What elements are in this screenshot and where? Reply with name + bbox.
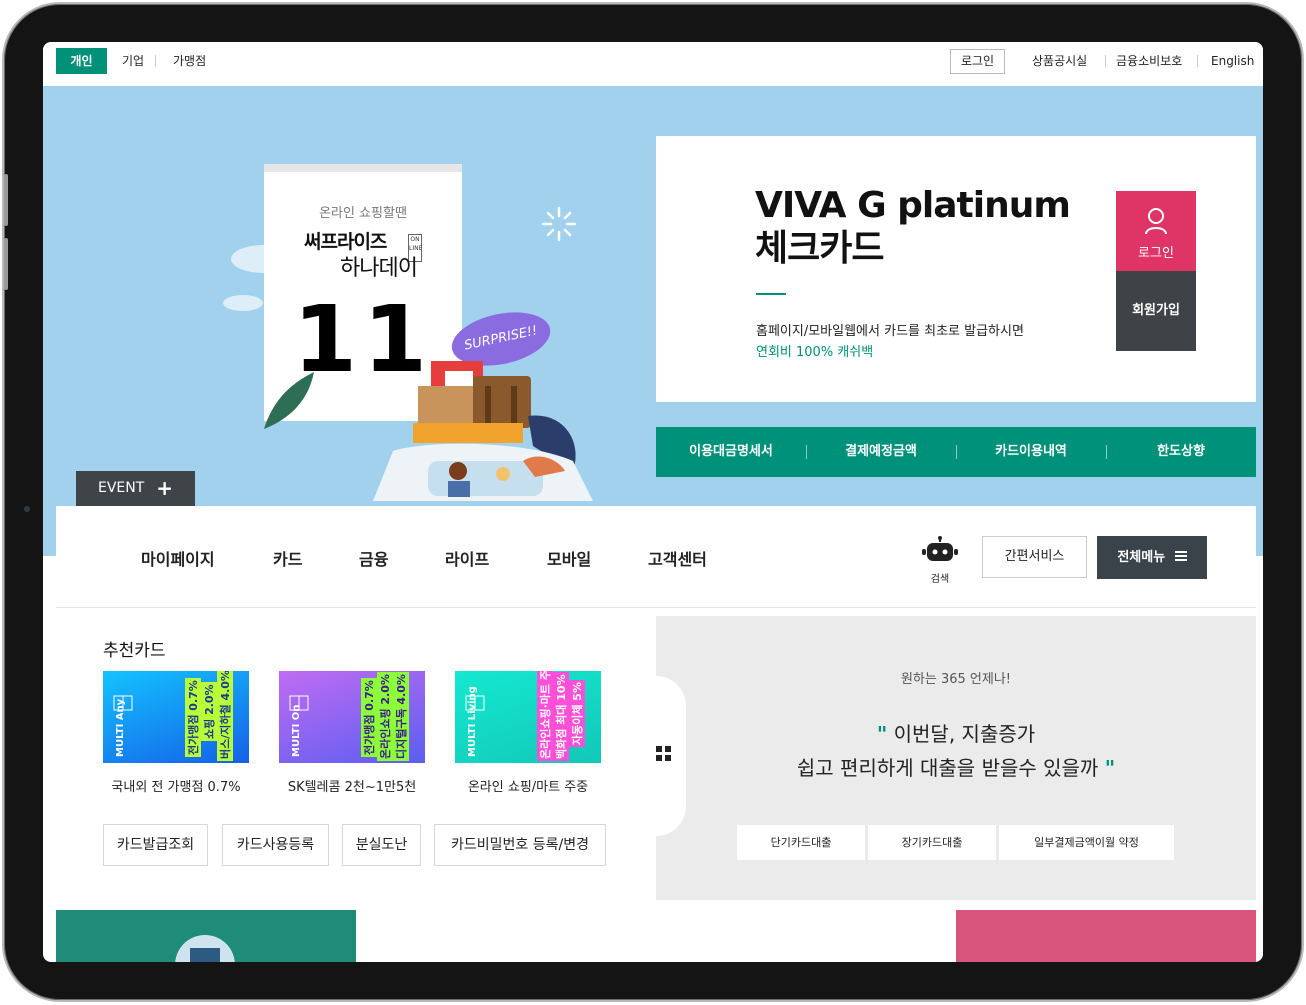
nav-item-mypage[interactable]: 마이페이지 xyxy=(141,546,215,570)
card-perk: 디지털구독 4.0% xyxy=(393,672,409,761)
recommended-cards-section: 추천카드 MULTI Any 전가맹점 0.7% 쇼핑 2.0% 버스/지하철 … xyxy=(56,616,656,900)
monitor-icon xyxy=(175,935,235,962)
quick-link-scheduled-payment[interactable]: 결제예정금액 xyxy=(806,427,956,477)
promo-title-line2: 체크카드 xyxy=(755,228,884,269)
volume-up-button xyxy=(4,174,8,226)
quick-links-bar: 이용대금명세서 결제예정금액 카드이용내역 한도상향 xyxy=(656,427,1256,477)
join-button[interactable]: 회원가입 xyxy=(1116,271,1196,351)
card-multi-on[interactable]: MULTI On 전가맹점 0.7% 온라인쇼핑 2.0% 디지털구독 4.0% xyxy=(279,671,425,763)
event-label: EVENT xyxy=(98,480,145,496)
all-menu-button[interactable]: 전체메뉴 xyxy=(1097,536,1207,579)
search-caption: 검색 xyxy=(930,574,950,585)
short-term-loan-button[interactable]: 단기카드대출 xyxy=(737,825,865,860)
utility-bar: 개인 기업 가맹점 로그인 상품공시실 금융소비보호 English xyxy=(43,42,1263,86)
login-link[interactable]: 로그인 xyxy=(950,49,1005,74)
nav-item-card[interactable]: 카드 xyxy=(273,546,302,570)
all-menu-label: 전체메뉴 xyxy=(1117,550,1166,565)
user-icon xyxy=(1145,208,1167,235)
camera-dot xyxy=(24,506,30,512)
card-caption[interactable]: 온라인 쇼핑/마트 주중 xyxy=(455,776,601,795)
card-perk: 백화점 최대 10% xyxy=(553,672,569,761)
card-name: MULTI Any xyxy=(115,698,126,757)
card-pin-button[interactable]: 카드비밀번호 등록/변경 xyxy=(434,824,606,866)
card-perk: 자동이체 5% xyxy=(569,680,585,747)
loan-line1: 이번달, 지출증가 xyxy=(893,722,1036,746)
product-disclosure-link[interactable]: 상품공시실 xyxy=(1032,48,1087,74)
nav-item-finance[interactable]: 금융 xyxy=(359,546,388,570)
card-name: MULTI On xyxy=(291,704,302,757)
easy-service-button[interactable]: 간편서비스 xyxy=(982,536,1087,578)
volume-down-button xyxy=(4,238,8,290)
login-tile-button[interactable]: 로그인 xyxy=(1116,191,1196,271)
robot-icon xyxy=(922,536,958,561)
calendar-subtitle: 온라인 쇼핑할땐 xyxy=(319,206,407,221)
loan-line2: 쉽고 편리하게 대출을 받을수 있을까 xyxy=(796,756,1099,780)
consumer-protection-link[interactable]: 금융소비보호 xyxy=(1116,48,1182,74)
card-multi-living[interactable]: MULTI Living 온라인쇼핑·마트 주중 백화점 최대 10% 자동이체… xyxy=(455,671,601,763)
quick-link-statement[interactable]: 이용대금명세서 xyxy=(656,427,806,477)
hero-banner: 온라인 쇼핑할땐 써프라이즈 ON LINE 하나데이 11 SURPRISE!… xyxy=(43,86,1263,561)
close-quote: " xyxy=(1104,756,1116,780)
nav-item-life[interactable]: 라이프 xyxy=(445,546,489,570)
sparkle-icon xyxy=(541,206,577,242)
partial-payment-button[interactable]: 일부결제금액이월 약정 xyxy=(999,825,1174,860)
event-button[interactable]: EVENT + xyxy=(76,471,195,506)
card-perk: 전가맹점 0.7% xyxy=(361,678,377,757)
card-perk: 전가맹점 0.7% xyxy=(185,678,201,757)
card-name: MULTI Living xyxy=(467,686,478,757)
english-link[interactable]: English xyxy=(1211,48,1254,74)
bottom-banner-middle xyxy=(356,910,956,962)
promo-title: VIVA G platinum 체크카드 xyxy=(755,184,1071,270)
loan-headline: " 이번달, 지출증가 쉽고 편리하게 대출을 받을수 있을까 " xyxy=(656,717,1256,785)
card-perk: 쇼핑 2.0% xyxy=(201,682,217,741)
card-issue-inquiry-button[interactable]: 카드발급조회 xyxy=(103,824,208,866)
promo-title-line1: VIVA G platinum xyxy=(755,185,1071,226)
tab-personal[interactable]: 개인 xyxy=(56,48,107,74)
bottom-banner-right[interactable] xyxy=(956,910,1256,962)
card-perk: 온라인쇼핑 2.0% xyxy=(377,672,393,761)
login-tile-label: 로그인 xyxy=(1138,246,1174,261)
plus-icon: + xyxy=(156,476,173,500)
loan-subtitle: 원하는 365 언제나! xyxy=(900,672,1012,687)
loan-section: 원하는 365 언제나! " 이번달, 지출증가 쉽고 편리하게 대출을 받을수… xyxy=(656,616,1256,900)
section-title: 추천카드 xyxy=(103,641,166,661)
search-robot-button[interactable]: 검색 xyxy=(920,536,960,585)
long-term-loan-button[interactable]: 장기카드대출 xyxy=(868,825,996,860)
quick-link-limit-increase[interactable]: 한도상향 xyxy=(1106,427,1256,477)
promo-description: 홈페이지/모바일웹에서 카드를 최초로 발급하시면 xyxy=(756,324,1024,339)
divider xyxy=(155,55,156,67)
divider xyxy=(1197,55,1198,67)
promo-accent-bar xyxy=(756,293,786,295)
calendar-hanaday: 하나데이 xyxy=(340,256,418,281)
bottom-banner-left[interactable] xyxy=(56,910,356,962)
card-registration-button[interactable]: 카드사용등록 xyxy=(222,824,329,866)
nav-item-mobile[interactable]: 모바일 xyxy=(547,546,591,570)
tab-business[interactable]: 기업 xyxy=(122,48,144,74)
quick-link-usage-history[interactable]: 카드이용내역 xyxy=(956,427,1106,477)
card-perk: 버스/지하철 4.0% xyxy=(217,671,233,761)
nav-item-customer-center[interactable]: 고객센터 xyxy=(648,546,707,570)
open-quote: " xyxy=(876,722,888,746)
promo-highlight: 연회비 100% 캐쉬백 xyxy=(756,345,874,360)
main-nav: 마이페이지 카드 금융 라이프 모바일 고객센터 검색 간편서비스 전체메뉴 xyxy=(56,506,1256,608)
lost-stolen-button[interactable]: 분실도난 xyxy=(342,824,421,866)
card-caption[interactable]: 국내외 전 가맹점 0.7% xyxy=(103,776,249,795)
browser-screen: 개인 기업 가맹점 로그인 상품공시실 금융소비보호 English 온라인 쇼… xyxy=(43,42,1263,962)
divider xyxy=(1105,55,1106,67)
card-caption[interactable]: SK텔레콤 2천~1만5천 xyxy=(279,776,425,795)
card-perk: 온라인쇼핑·마트 주중 xyxy=(537,671,553,761)
hamburger-icon xyxy=(1174,550,1187,561)
card-multi-any[interactable]: MULTI Any 전가맹점 0.7% 쇼핑 2.0% 버스/지하철 4.0% xyxy=(103,671,249,763)
tab-merchant[interactable]: 가맹점 xyxy=(173,48,206,74)
